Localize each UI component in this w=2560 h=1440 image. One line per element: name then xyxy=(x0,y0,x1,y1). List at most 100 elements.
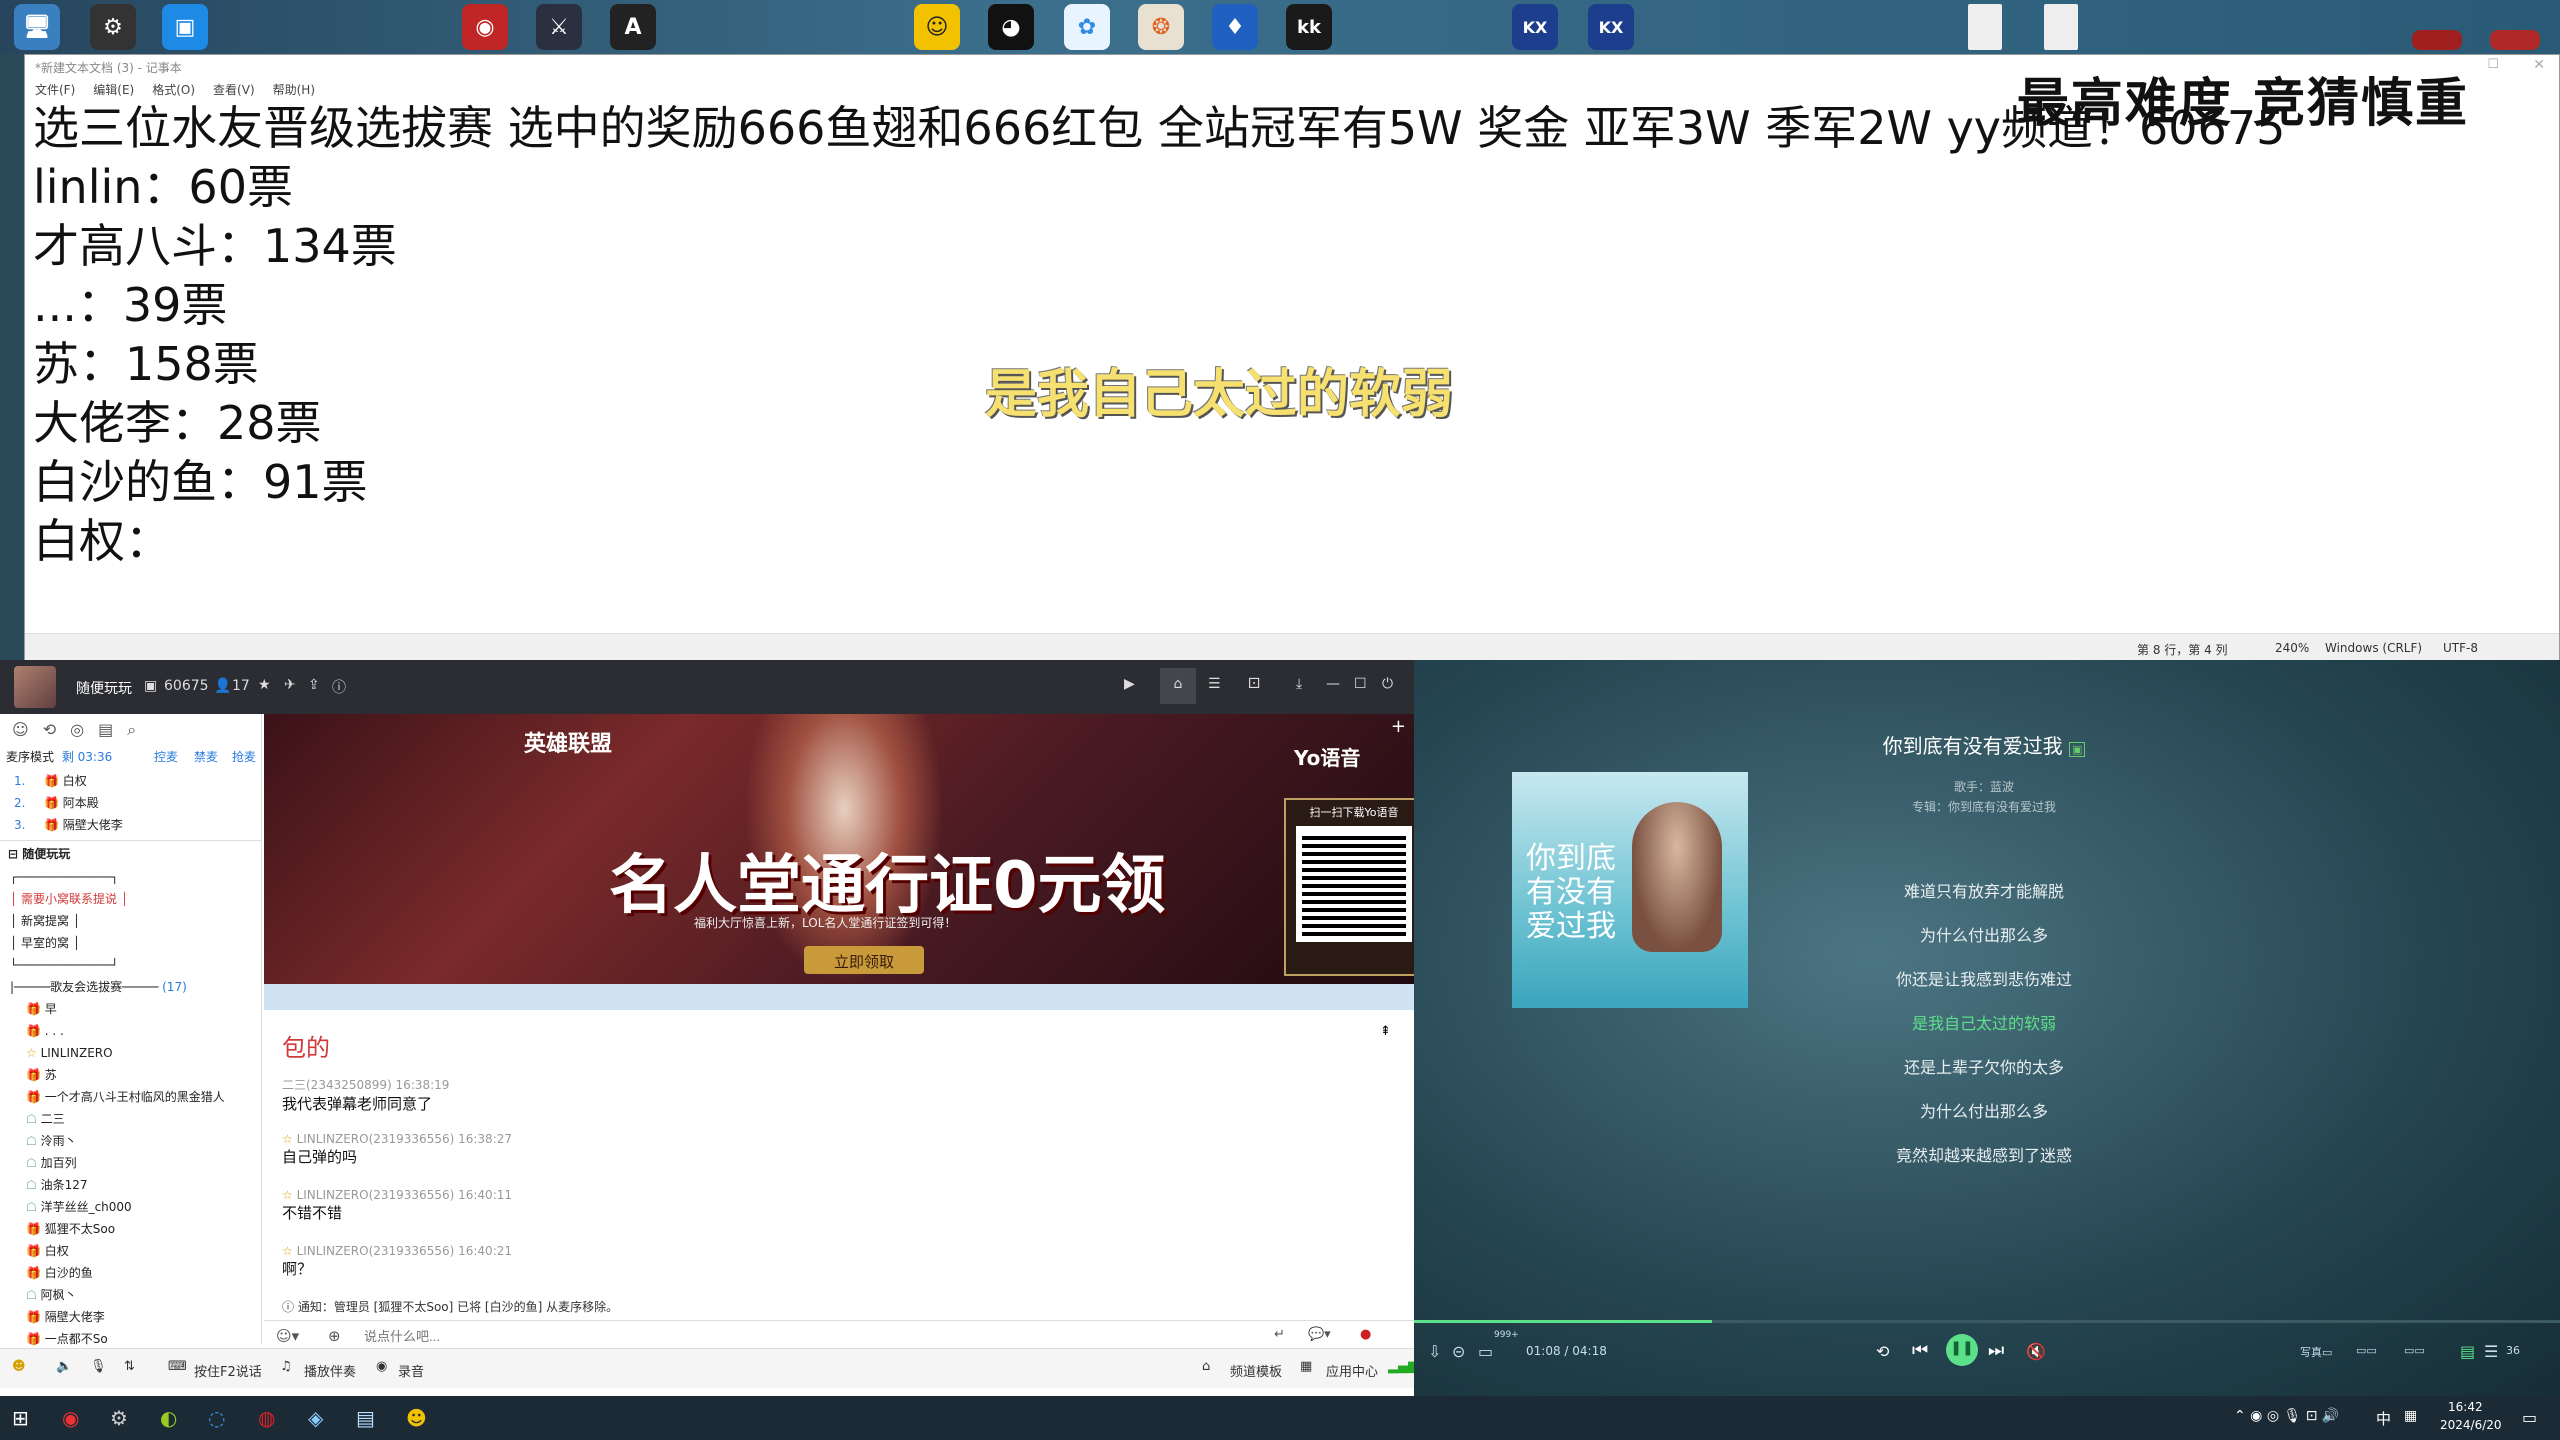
search-icon[interactable]: ⌕ xyxy=(127,720,136,740)
member-item[interactable]: 🎁 白沙的鱼 xyxy=(10,1262,251,1284)
queue-mode[interactable]: 麦序模式 xyxy=(6,750,54,764)
board-icon[interactable]: ▤ xyxy=(98,720,113,740)
edge-icon[interactable]: ◌ xyxy=(208,1406,225,1430)
member-item[interactable]: ☖ 洋芋丝丝_ch000 xyxy=(10,1196,251,1218)
emoji-icon[interactable]: ☺▾ xyxy=(276,1327,299,1345)
game-launcher-icon[interactable]: ◉ xyxy=(462,4,508,50)
menu-view[interactable]: 查看(V) xyxy=(213,81,255,97)
member-item[interactable]: 🎁 早 xyxy=(10,998,251,1020)
game-icon[interactable]: ◐ xyxy=(160,1406,177,1430)
member-item[interactable]: 🎁 一点都不So xyxy=(10,1328,251,1350)
keyboard-icon[interactable]: ⌨ xyxy=(168,1359,187,1374)
effects-button[interactable]: ▭▭ xyxy=(2404,1344,2425,1357)
history-icon[interactable]: ⟲ xyxy=(43,720,56,740)
maximize-icon[interactable]: ☐ xyxy=(1354,676,1367,692)
grab-mic-button[interactable]: 抢麦 xyxy=(232,748,256,765)
speaker-icon[interactable]: 🔈 xyxy=(56,1359,72,1374)
maximize-icon[interactable]: ☐ xyxy=(2487,57,2499,72)
clock-date[interactable]: 2024/6/20 xyxy=(2440,1418,2502,1432)
subchannel-item[interactable]: ┌─────────────┐ xyxy=(10,866,251,888)
lyric-line[interactable]: 难道只有放弃才能解脱 xyxy=(1784,878,2184,902)
member-item[interactable]: 🎁 . . . xyxy=(10,1020,251,1042)
loop-icon[interactable]: ⟲ xyxy=(1876,1342,1889,1361)
location-icon[interactable]: ◎ xyxy=(70,720,84,740)
power-icon[interactable]: ⏻ xyxy=(1382,676,1393,692)
desktop-thumbnail[interactable] xyxy=(2490,30,2540,50)
progress-track[interactable] xyxy=(1414,1320,2560,1323)
lyric-line[interactable]: 为什么付出那么多 xyxy=(1784,922,2184,946)
member-item[interactable]: 🎁 苏 xyxy=(10,1064,251,1086)
tray-icons[interactable]: ⌃ ◉ ◎ 🎙 ⊡ 🔊 xyxy=(2234,1408,2339,1424)
mic-icon[interactable]: 🎙 xyxy=(90,1359,107,1374)
home-icon[interactable]: ⌂ xyxy=(1160,668,1196,704)
lyric-line[interactable]: 是我自己太过的软弱 xyxy=(1784,1010,2184,1034)
yy-icon[interactable]: ☻ xyxy=(406,1406,427,1430)
document-icon[interactable] xyxy=(2044,4,2078,50)
kk-app-icon[interactable]: kk xyxy=(1286,4,1332,50)
singer[interactable]: 歌手：蓝波 xyxy=(1784,778,2184,795)
channel-tree-root[interactable]: ⊟ 随便玩玩 xyxy=(0,840,261,866)
fish-app-icon[interactable]: ❂ xyxy=(1138,4,1184,50)
member-item[interactable]: ☖ 泠雨丶 xyxy=(10,1130,251,1152)
member-item[interactable]: 🎁 一个才高八斗王村临风的黑金猎人 xyxy=(10,1086,251,1108)
queue-item[interactable]: 3. 🎁 隔壁大佬李 xyxy=(14,814,247,836)
control-mic-button[interactable]: 控麦 xyxy=(154,748,178,765)
previous-icon[interactable]: ⏮ xyxy=(1912,1340,1928,1361)
tencent-docs-icon[interactable]: ▣ xyxy=(162,4,208,50)
video-icon[interactable]: ▶ xyxy=(1124,676,1135,692)
lyric-line[interactable]: 还是上辈子欠你的太多 xyxy=(1784,1054,2184,1078)
info-icon[interactable]: ⓘ xyxy=(332,677,346,697)
start-icon[interactable]: ⊞ xyxy=(12,1406,29,1430)
kx-app-icon[interactable]: KX xyxy=(1588,4,1634,50)
star-icon[interactable]: ★ xyxy=(258,677,271,693)
music-icon[interactable]: ♫ xyxy=(280,1359,292,1374)
desktop-lyric-toggle[interactable]: 写真▭ xyxy=(2300,1344,2332,1360)
steam-icon[interactable]: ⚙ xyxy=(110,1406,128,1430)
more-icon[interactable]: ⊝ xyxy=(1452,1342,1465,1361)
template-icon[interactable]: ⌂ xyxy=(1202,1359,1210,1374)
menu-edit[interactable]: 编辑(E) xyxy=(93,81,134,97)
member-item[interactable]: ☖ 二三 xyxy=(10,1108,251,1130)
menu-file[interactable]: 文件(F) xyxy=(35,81,75,97)
app-center-button[interactable]: 应用中心 xyxy=(1326,1361,1378,1380)
subchannel-item[interactable]: └─────────────┘ xyxy=(10,954,251,976)
member-item[interactable]: ☖ 油条127 xyxy=(10,1174,251,1196)
member-item[interactable]: 🎁 隔壁大佬李 xyxy=(10,1306,251,1328)
download-icon[interactable]: ⇩ xyxy=(1428,1342,1441,1361)
record-button[interactable]: 录音 xyxy=(398,1361,424,1380)
subchannel-item[interactable]: |─────歌友会选拔赛───── (17) xyxy=(10,976,251,998)
next-icon[interactable]: ⏭ xyxy=(1988,1340,2004,1361)
yy-voice-icon[interactable]: ☺ xyxy=(914,4,960,50)
channel-template-button[interactable]: 频道模板 xyxy=(1230,1361,1282,1380)
subchannel-item[interactable]: │ 需要小窝联系提说 │ xyxy=(10,888,251,910)
chrome-icon[interactable]: ◉ xyxy=(62,1406,79,1430)
game-app-icon[interactable]: ♦ xyxy=(1212,4,1258,50)
accompaniment-button[interactable]: 播放伴奏 xyxy=(304,1361,356,1380)
lyric-line[interactable]: 你还是让我感到悲伤难过 xyxy=(1784,966,2184,990)
league-of-legends-icon[interactable]: ⚔ xyxy=(536,4,582,50)
member-item[interactable]: ☖ 阿枫丶 xyxy=(10,1284,251,1306)
pause-button[interactable]: ❚❚ xyxy=(1946,1334,1978,1366)
share-icon[interactable]: ⇪ xyxy=(308,677,320,693)
queue-item[interactable]: 1. 🎁 白权 xyxy=(14,770,247,792)
list-icon[interactable]: ☰ xyxy=(1208,676,1221,692)
gamepad-icon[interactable]: ⚀ xyxy=(1248,676,1260,692)
member-item[interactable]: 🎁 白权 xyxy=(10,1240,251,1262)
document-icon[interactable] xyxy=(1968,4,2002,50)
clock-time[interactable]: 16:42 xyxy=(2448,1400,2483,1414)
lyric-line[interactable]: 竟然却越来越感到了迷惑 xyxy=(1784,1142,2184,1166)
ime-indicator[interactable]: 中 xyxy=(2376,1408,2391,1429)
gift-icon[interactable]: ● xyxy=(1360,1327,1371,1342)
apps-icon[interactable]: ▦ xyxy=(1300,1359,1312,1374)
subchannel-item[interactable]: │ 早室的窝 │ xyxy=(10,932,251,954)
album-name[interactable]: 专辑：你到底有没有爱过我 xyxy=(1784,798,2184,815)
yy-logo-icon[interactable]: ☻ xyxy=(12,1359,26,1374)
user-icon[interactable]: ☺ xyxy=(12,720,29,740)
queue-item[interactable]: 2. 🎁 阿本殿 xyxy=(14,792,247,814)
mute-icon[interactable]: 🔇 xyxy=(2026,1342,2046,1361)
baidu-netdisk-icon[interactable]: ✿ xyxy=(1064,4,1110,50)
quality-button[interactable]: ▭▭ xyxy=(2356,1344,2377,1357)
lyric-line[interactable]: 为什么付出那么多 xyxy=(1784,1098,2184,1122)
member-item[interactable]: 🎁 狐狸不太Soo xyxy=(10,1218,251,1240)
calendar-icon[interactable]: ▦ xyxy=(2404,1408,2417,1424)
